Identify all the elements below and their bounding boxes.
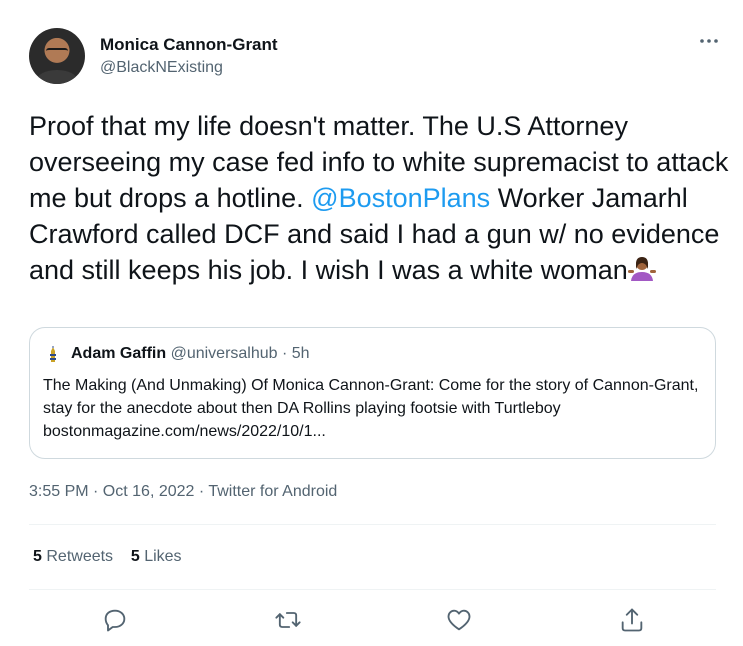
quoted-separator: ·: [282, 345, 288, 362]
retweets-count: 5: [33, 548, 42, 565]
person-shrugging-emoji-icon: [627, 255, 656, 283]
quoted-avatar-icon[interactable]: [43, 345, 63, 365]
likes-stat[interactable]: 5 Likes: [131, 548, 182, 565]
avatar-glasses: [46, 48, 68, 56]
action-bar: [0, 600, 743, 640]
tweet-stats: 5 Retweets 5 Likes: [33, 548, 182, 566]
author-avatar[interactable]: [29, 28, 85, 84]
tweet-timestamp[interactable]: 3:55 PM · Oct 16, 2022 · Twitter for And…: [29, 483, 337, 501]
tweet-text: Proof that my life doesn't matter. The U…: [29, 108, 729, 288]
quoted-tweet[interactable]: Adam Gaffin @universalhub · 5h The Makin…: [29, 327, 716, 459]
share-icon[interactable]: [618, 606, 646, 634]
author-display-name[interactable]: Monica Cannon-Grant: [100, 35, 278, 55]
quoted-author-name[interactable]: Adam Gaffin: [71, 345, 166, 362]
likes-count: 5: [130, 548, 140, 565]
likes-label: Likes: [144, 548, 182, 565]
more-options-icon[interactable]: [697, 32, 721, 50]
retweet-icon[interactable]: [274, 606, 302, 634]
quoted-header: Adam Gaffin @universalhub · 5h: [71, 345, 310, 363]
mention-link[interactable]: @BostonPlans: [311, 183, 490, 213]
retweets-label: Retweets: [46, 548, 114, 565]
avatar-shirt: [37, 70, 77, 84]
retweets-stat[interactable]: 5 Retweets: [33, 548, 113, 565]
quoted-author-handle[interactable]: @universalhub: [171, 345, 278, 362]
quoted-text: The Making (And Unmaking) Of Monica Cann…: [43, 377, 699, 440]
reply-icon[interactable]: [101, 606, 129, 634]
tweet-card: Monica Cannon-Grant @BlackNExisting Proo…: [0, 0, 743, 646]
like-icon[interactable]: [445, 606, 473, 634]
quoted-time[interactable]: 5h: [292, 345, 310, 362]
author-handle[interactable]: @BlackNExisting: [100, 59, 223, 77]
divider: [29, 589, 716, 590]
divider: [29, 524, 716, 525]
